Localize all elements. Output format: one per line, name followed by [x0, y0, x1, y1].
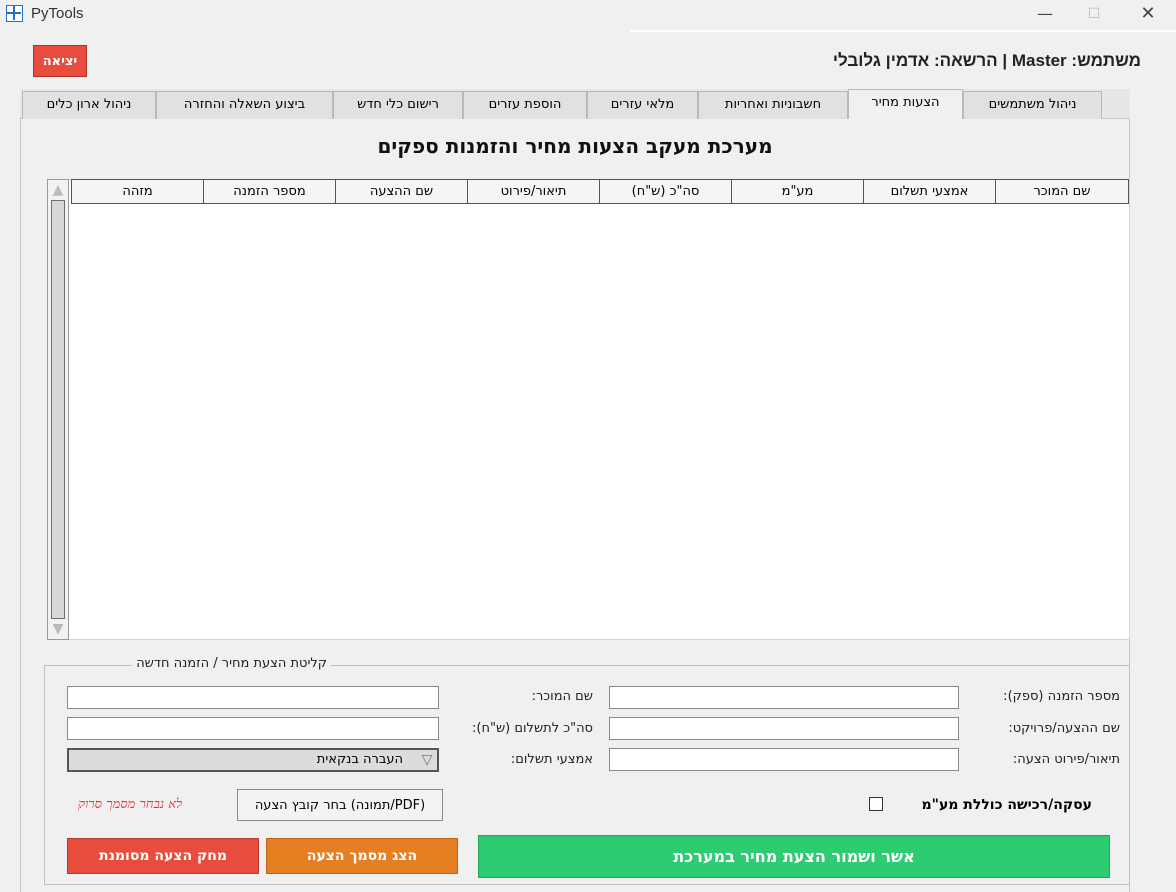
show-document-button[interactable]: הצג מסמך הצעה	[266, 838, 458, 874]
title-bar: PyTools — ☐ ✕	[0, 0, 1176, 30]
payment-label: :אמצעי תשלום	[510, 752, 593, 767]
close-icon[interactable]: ✕	[1125, 0, 1171, 28]
column-header-id[interactable]: מזהה	[71, 179, 204, 204]
column-header-vat[interactable]: מע"מ	[732, 179, 864, 204]
delete-quote-button[interactable]: מחק הצעה מסומנת	[67, 838, 259, 874]
seller-label: :שם המוכר	[531, 689, 593, 704]
tab-accessories-inventory[interactable]: מלאי עזרים	[587, 91, 698, 119]
tab-add-accessories[interactable]: הוספת עזרים	[463, 91, 587, 119]
minimize-icon[interactable]: —	[1022, 0, 1068, 28]
choose-file-button[interactable]: (PDF/תמונה) בחר קובץ הצעה	[237, 789, 443, 821]
column-header-order-number[interactable]: מספר הזמנה	[204, 179, 336, 204]
table-scrollbar[interactable]: ▲ ▼	[47, 179, 69, 640]
column-header-quote-name[interactable]: שם ההצעה	[336, 179, 468, 204]
chevron-down-icon[interactable]: ▽	[419, 752, 435, 768]
tab-price-quotes[interactable]: הצעות מחיר	[848, 89, 963, 120]
tab-invoices-warranty[interactable]: חשבוניות ואחריות	[698, 91, 848, 119]
payment-method-value: העברה בנקאית	[316, 752, 403, 767]
column-header-total[interactable]: סה"כ (ש"ח)	[600, 179, 732, 204]
scroll-thumb[interactable]	[51, 200, 65, 619]
total-label: :סה"כ לתשלום (ש"ח)	[472, 721, 593, 736]
vat-checkbox[interactable]	[869, 797, 883, 811]
order-number-input[interactable]	[609, 686, 959, 709]
form-legend: קליטת הצעת מחיר / הזמנה חדשה	[132, 656, 331, 671]
maximize-icon[interactable]: ☐	[1071, 0, 1117, 28]
order-number-label: :מספר הזמנה (ספק)	[1003, 689, 1120, 704]
tab-user-management[interactable]: ניהול משתמשים	[963, 91, 1102, 119]
title-separator	[630, 30, 1176, 32]
save-quote-button[interactable]: אשר ושמור הצעת מחיר במערכת	[478, 835, 1110, 878]
column-header-description[interactable]: תיאור/פירוט	[468, 179, 600, 204]
tab-lend-return[interactable]: ביצוע השאלה והחזרה	[156, 91, 333, 119]
quote-name-input[interactable]	[609, 717, 959, 740]
description-label: :תיאור/פירוט הצעה	[1012, 752, 1120, 767]
seller-input[interactable]	[67, 686, 439, 709]
column-header-payment[interactable]: אמצעי תשלום	[864, 179, 996, 204]
column-header-seller[interactable]: שם המוכר	[996, 179, 1129, 204]
payment-method-select[interactable]: העברה בנקאית ▽	[67, 748, 439, 772]
tab-register-new-tool[interactable]: רישום כלי חדש	[333, 91, 463, 119]
total-input[interactable]	[67, 717, 439, 740]
tab-tool-cabinet[interactable]: ניהול ארון כלים	[22, 91, 156, 119]
no-file-status: לא נבחר מסמך סרוק	[78, 797, 183, 812]
description-input[interactable]	[609, 748, 959, 771]
window-title: PyTools	[31, 5, 84, 22]
quotes-table[interactable]	[47, 179, 1130, 640]
scroll-up-icon[interactable]: ▲	[50, 181, 66, 199]
page-title: מערכת מעקב הצעות מחיר והזמנות ספקים	[377, 134, 773, 158]
exit-button[interactable]: יציאה	[33, 45, 87, 77]
user-permission-label: הרשאה: אדמין גלובלי | Master :משתמש	[832, 51, 1141, 70]
app-grid-icon	[6, 5, 23, 22]
scroll-down-icon[interactable]: ▼	[50, 620, 66, 638]
quote-name-label: :שם ההצעה/פרויקט	[1008, 721, 1120, 736]
vat-checkbox-label: עסקה/רכישה כוללת מע"מ	[921, 797, 1092, 813]
tab-bar: ניהול משתמשים הצעות מחיר חשבוניות ואחריו…	[20, 89, 1130, 120]
table-header: שם המוכר אמצעי תשלום מע"מ סה"כ (ש"ח) תיא…	[71, 179, 1129, 204]
